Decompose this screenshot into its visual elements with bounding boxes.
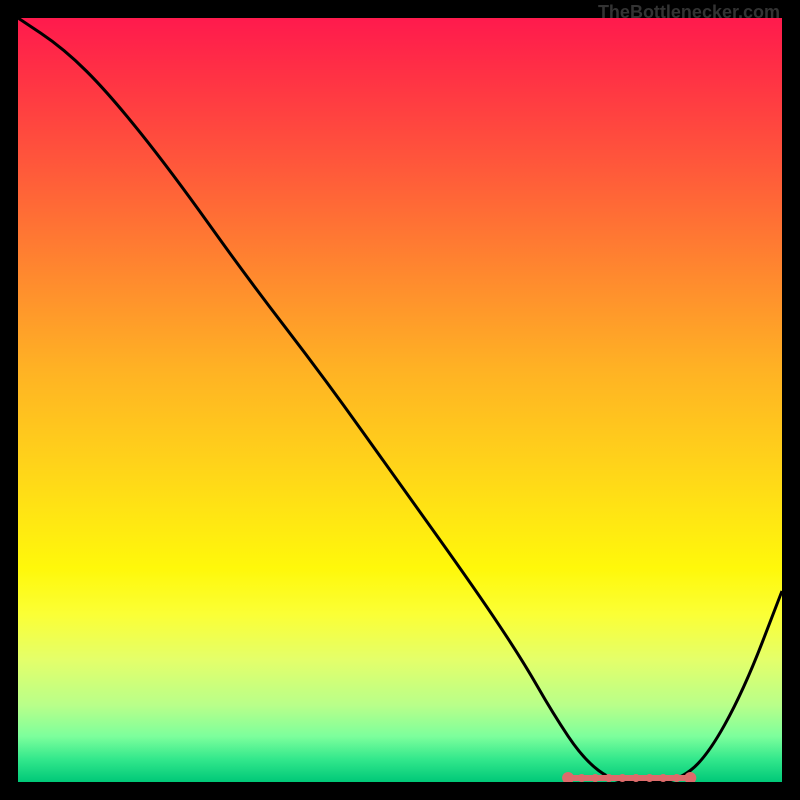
- attribution-text: TheBottlenecker.com: [598, 2, 780, 23]
- optimal-range-marker: [562, 772, 696, 782]
- chart-frame: [18, 18, 782, 782]
- chart-plot: [18, 18, 782, 782]
- bottleneck-curve: [18, 18, 782, 782]
